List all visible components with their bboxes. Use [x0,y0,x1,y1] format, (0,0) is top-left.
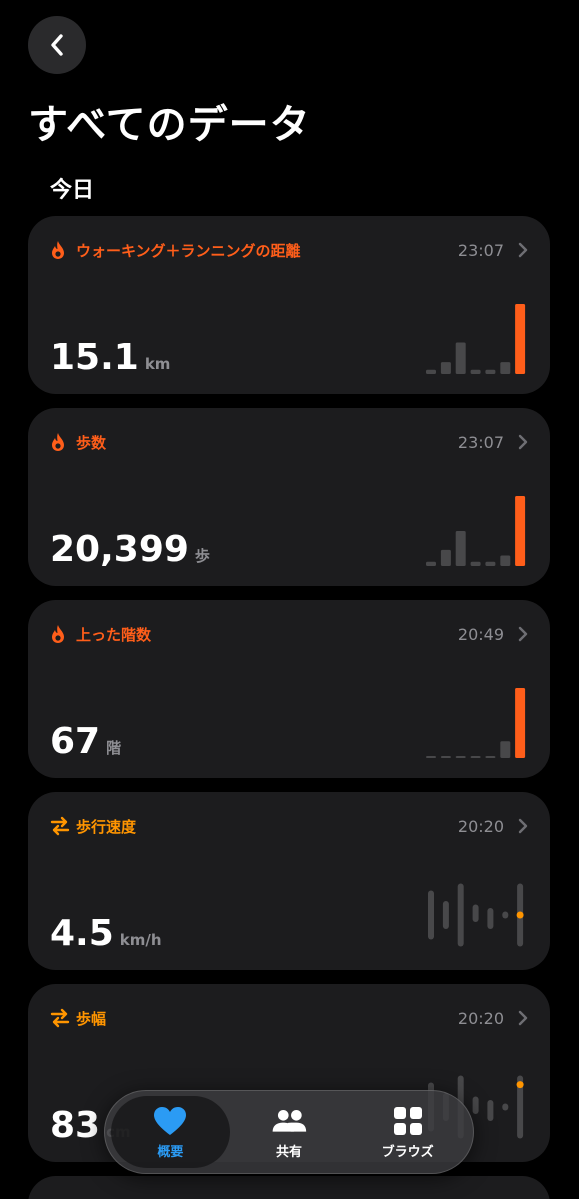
mini-range-bar [487,908,494,929]
value-unit: km/h [119,931,162,949]
tab-label: 概要 [157,1144,184,1160]
card-time: 20:20 [457,816,504,836]
metric-card[interactable]: 歩数 23:07 20,399 歩 [28,408,550,586]
mini-bar [515,496,526,566]
mini-bar [440,549,451,566]
card-time: 23:07 [457,240,504,260]
mini-bar [500,555,511,566]
mini-bar [485,561,496,566]
card-title: 上った階数 [76,625,152,644]
mini-bar [426,756,436,758]
card-header: 歩幅 20:20 [50,1006,528,1030]
card-title: ウォーキング＋ランニングの距離 [76,241,301,260]
mini-bar [426,369,436,374]
grid-icon [390,1105,426,1137]
mini-range-bar [487,1100,494,1121]
mini-chart [426,304,526,374]
tab-sharing[interactable]: 共有 [230,1096,349,1168]
tab-browse[interactable]: ブラウズ [348,1096,467,1168]
card-time: 20:20 [457,1008,504,1028]
heart-icon [152,1105,188,1137]
card-header: 歩行速度 20:20 [50,814,528,838]
card-time: 20:49 [457,624,504,644]
mini-current-dot [516,911,524,919]
tab-label: ブラウズ [381,1144,434,1160]
chevron-right-icon [518,626,528,642]
metric-card[interactable]: ウォーキング＋ランニングの距離 23:07 15.1 km [28,216,550,394]
value-number: 83 [50,1105,101,1146]
card-time: 23:07 [457,432,504,452]
card-value: 15.1 km [50,337,170,378]
card-header: 上った階数 20:49 [50,622,528,646]
mini-bar [500,362,511,374]
value-number: 67 [50,721,101,762]
partial-card [28,1176,550,1199]
page-title: すべてのデータ [28,102,311,148]
chevron-right-icon [518,1010,528,1026]
mini-bar [455,342,466,374]
mini-bar [515,304,526,374]
chevron-left-icon [49,33,65,57]
value-number: 4.5 [50,913,114,954]
people-icon [271,1105,307,1137]
card-title: 歩数 [76,433,107,452]
card-value: 4.5 km/h [50,913,162,954]
mini-bar [455,531,466,566]
mini-bar [485,756,496,758]
mini-bar [455,756,466,758]
card-value: 67 階 [50,721,121,762]
value-number: 20,399 [50,529,189,570]
mini-bar [440,362,451,374]
value-unit: 階 [106,739,122,757]
metric-card[interactable]: 上った階数 20:49 67 階 [28,600,550,778]
mini-range-bar [472,1096,479,1114]
tab-bar: 概要 共有 ブラウズ [104,1090,474,1174]
section-title-today: 今日 [50,178,95,203]
mini-range-bar [442,901,449,929]
tab-label: 共有 [276,1144,303,1160]
mini-range-bar [428,890,434,940]
value-unit: km [144,355,171,373]
mini-range-bar [502,911,509,919]
card-header: 歩数 23:07 [50,430,528,454]
back-button[interactable] [28,16,86,74]
health-all-data-screen: すべてのデータ 今日 ウォーキング＋ランニングの距離 23:07 15.1 km 歩数 2… [0,0,579,1199]
value-unit: 歩 [194,547,210,565]
mini-chart [428,883,524,947]
mini-bar [470,561,481,566]
card-header: ウォーキング＋ランニングの距離 23:07 [50,238,528,262]
mini-chart [426,688,526,758]
flame-icon [50,240,70,260]
arrows-icon [50,1008,70,1028]
mini-range-bar [502,1103,509,1111]
mini-range-bar [472,904,479,922]
metric-card[interactable]: 歩行速度 20:20 4.5 km/h [28,792,550,970]
value-number: 15.1 [50,337,139,378]
card-title: 歩幅 [76,1009,107,1028]
chevron-right-icon [518,818,528,834]
chevron-right-icon [518,242,528,258]
mini-range-bar [457,883,464,947]
mini-bar [470,756,481,758]
arrows-icon [50,816,70,836]
mini-current-dot [516,1081,524,1089]
flame-icon [50,432,70,452]
mini-bar [426,561,436,566]
mini-bar [470,369,481,374]
mini-bar [485,369,496,374]
mini-bar [440,756,451,758]
chevron-right-icon [518,434,528,450]
card-value: 20,399 歩 [50,529,210,570]
mini-bar [515,688,526,758]
mini-bar [500,741,511,758]
flame-icon [50,624,70,644]
tab-summary[interactable]: 概要 [111,1096,230,1168]
mini-chart [426,496,526,566]
card-title: 歩行速度 [76,817,137,836]
